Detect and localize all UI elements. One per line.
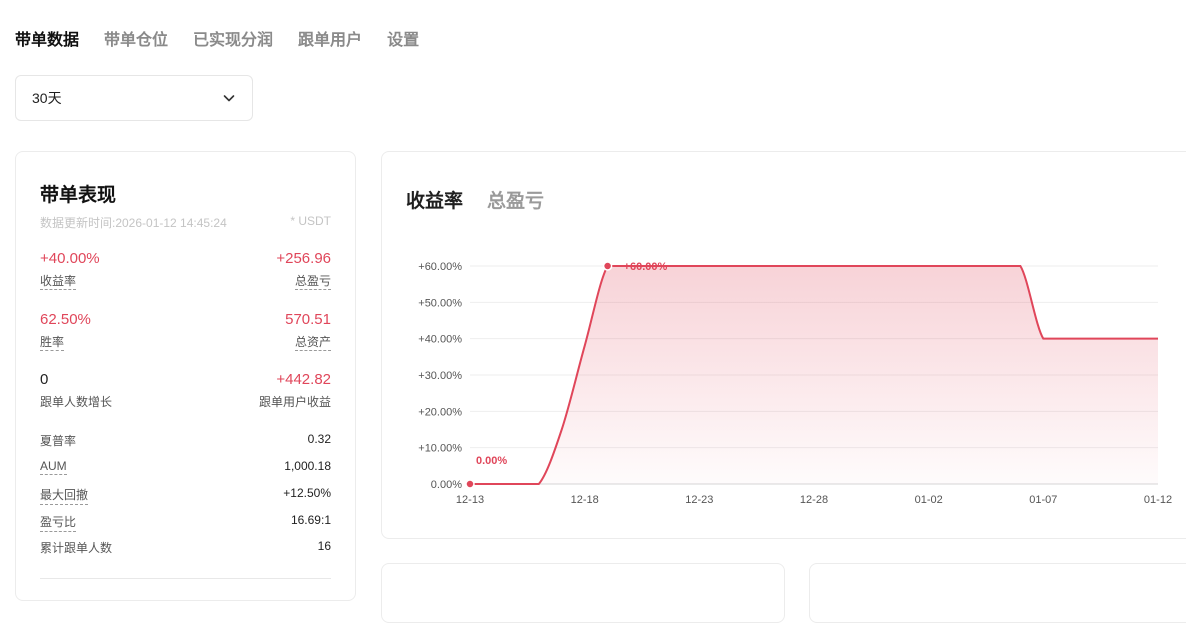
detail-row-aum: AUM 1,000.18 xyxy=(40,459,331,475)
tab-settings[interactable]: 设置 xyxy=(387,30,419,52)
y-tick-label: +40.00% xyxy=(418,334,462,346)
stat-total-pnl: +256.96 总盈亏 xyxy=(276,250,331,290)
stat-label[interactable]: 总盈亏 xyxy=(294,274,331,290)
x-tick-label: 12-28 xyxy=(800,494,828,506)
stat-value: +256.96 xyxy=(276,250,331,267)
stat-value: 62.50% xyxy=(40,311,91,328)
detail-row-pnl-ratio: 盈亏比 16.69:1 xyxy=(40,513,331,532)
data-point xyxy=(465,479,475,489)
roi-chart-card: 0.00% +10.00% +20.00% +30.00% +40.00% +50.00%… xyxy=(381,151,1186,539)
stat-label: 跟单用户收益 xyxy=(258,395,331,409)
stat-value: 570.51 xyxy=(285,311,331,328)
detail-row-max-drawdown: 最大回撤 +12.50% xyxy=(40,486,331,505)
y-tick-label: +20.00% xyxy=(418,406,462,418)
stat-value: 0 xyxy=(40,371,49,388)
detail-value: 16.69:1 xyxy=(290,513,331,527)
data-label: +60.00% xyxy=(624,261,668,273)
y-tick-label: +30.00% xyxy=(418,370,462,382)
stat-win-rate: 62.50% 胜率 xyxy=(40,311,91,351)
detail-value: +12.50% xyxy=(283,486,331,500)
stat-value: +40.00% xyxy=(40,250,100,267)
stat-label[interactable]: 收益率 xyxy=(40,274,77,290)
period-select-value: 30天 xyxy=(32,90,62,106)
detail-label[interactable]: 最大回撤 xyxy=(40,486,89,505)
tab-copy-users[interactable]: 跟单用户 xyxy=(298,30,362,52)
x-tick-label: 01-02 xyxy=(915,494,943,506)
detail-label[interactable]: 盈亏比 xyxy=(40,513,77,532)
chart-tabs: 收益率 总盈亏 xyxy=(406,186,544,213)
tab-lead-data[interactable]: 带单数据 xyxy=(15,30,79,52)
tab-lead-positions[interactable]: 带单仓位 xyxy=(104,30,168,52)
detail-label: 夏普率 xyxy=(40,434,77,448)
unit-note: * USDT xyxy=(290,214,331,228)
y-tick-label: +50.00% xyxy=(418,297,462,309)
stat-follower-profit: +442.82 跟单用户收益 xyxy=(259,371,331,409)
bottom-card-right xyxy=(809,563,1186,623)
x-tick-label: 12-18 xyxy=(571,494,599,506)
performance-meta: 数据更新时间:2026-01-12 14:45:24 * USDT xyxy=(40,214,331,231)
stat-follower-growth: 0 跟单人数增长 xyxy=(40,371,112,409)
y-tick-label: +10.00% xyxy=(418,443,462,455)
x-tick-label: 12-13 xyxy=(456,494,484,506)
x-tick-label: 12-23 xyxy=(685,494,713,506)
detail-row-sharpe: 夏普率 0.32 xyxy=(40,432,331,449)
chart-tab-total-pnl[interactable]: 总盈亏 xyxy=(487,186,544,213)
stat-label[interactable]: 总资产 xyxy=(294,335,331,351)
chart-tab-roi[interactable]: 收益率 xyxy=(406,186,463,213)
stat-row: 0 跟单人数增长 +442.82 跟单用户收益 xyxy=(40,371,331,409)
stat-label[interactable]: 胜率 xyxy=(40,335,65,351)
x-tick-label: 01-12 xyxy=(1144,494,1172,506)
detail-label[interactable]: AUM xyxy=(40,459,67,475)
divider xyxy=(40,578,331,579)
y-tick-label: +60.00% xyxy=(418,261,462,273)
detail-value: 1,000.18 xyxy=(284,459,331,473)
stat-label: 跟单人数增长 xyxy=(40,395,113,409)
y-tick-label: 0.00% xyxy=(431,479,462,491)
tab-realized-profit-share[interactable]: 已实现分润 xyxy=(193,30,273,52)
stat-row: +40.00% 收益率 +256.96 总盈亏 xyxy=(40,250,331,290)
detail-value: 0.32 xyxy=(307,432,331,446)
stat-total-assets: 570.51 总资产 xyxy=(285,311,331,351)
detail-value: 16 xyxy=(317,539,331,553)
stat-row: 62.50% 胜率 570.51 总资产 xyxy=(40,311,331,351)
main-tabs: 带单数据 带单仓位 已实现分润 跟单用户 设置 xyxy=(15,30,419,52)
lead-performance-card: 带单表现 数据更新时间:2026-01-12 14:45:24 * USDT +… xyxy=(15,151,356,601)
chevron-down-icon xyxy=(223,95,235,102)
detail-row-total-followers: 累计跟单人数 16 xyxy=(40,539,331,556)
performance-title: 带单表现 xyxy=(40,185,117,206)
stat-value: +442.82 xyxy=(276,371,331,388)
x-tick-label: 01-07 xyxy=(1029,494,1057,506)
stat-roi: +40.00% 收益率 xyxy=(40,250,100,290)
bottom-card-left xyxy=(381,563,785,623)
data-label: 0.00% xyxy=(476,455,507,467)
period-select[interactable]: 30天 xyxy=(15,75,253,121)
detail-label: 累计跟单人数 xyxy=(40,541,113,555)
update-time: 数据更新时间:2026-01-12 14:45:24 xyxy=(40,216,227,230)
data-point xyxy=(602,261,613,271)
